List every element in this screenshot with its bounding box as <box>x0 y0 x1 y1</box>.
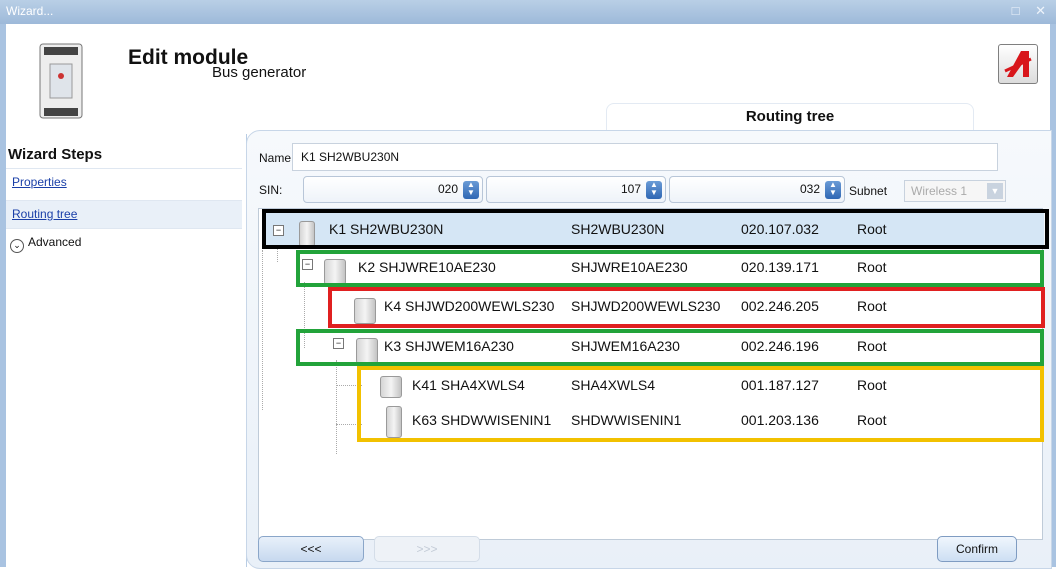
sin-value-1: 020 <box>437 182 458 196</box>
subnet-value: Wireless 1 <box>911 184 968 198</box>
sin-value-2: 107 <box>620 182 641 196</box>
sin-label: SIN: <box>259 183 283 197</box>
window-titlebar: Wizard... □ ✕ <box>0 0 1056 25</box>
sin-field-2[interactable]: 107 ▲ ▼ <box>486 176 666 203</box>
sin-field-3[interactable]: 032 ▲ ▼ <box>669 176 845 203</box>
tree-guide-line <box>262 250 263 410</box>
window-title: Wizard... <box>6 4 54 18</box>
wizard-steps-title: Wizard Steps <box>8 146 103 163</box>
chevron-down-icon[interactable]: ⌄ <box>10 239 24 253</box>
brand-logo-icon <box>998 44 1038 84</box>
back-button[interactable]: <<< <box>258 536 364 562</box>
subnet-label: Subnet <box>849 184 888 198</box>
window-controls[interactable]: □ ✕ <box>1012 3 1052 19</box>
highlight-box-yellow <box>357 366 1044 442</box>
subnet-select[interactable]: Wireless 1 ▼ <box>904 180 1006 202</box>
sin-field-1[interactable]: 020 ▲ ▼ <box>303 176 483 203</box>
step-advanced-label: Advanced <box>28 235 82 249</box>
step-properties-link[interactable]: Properties <box>12 175 67 189</box>
page-subtitle: Bus generator <box>212 64 307 81</box>
highlight-box-red <box>328 287 1045 328</box>
name-label: Name <box>259 151 292 165</box>
name-field[interactable]: K1 SH2WBU230N <box>292 143 998 171</box>
sin-value-3: 032 <box>799 182 820 196</box>
step-routing-tree[interactable]: Routing tree <box>6 200 242 229</box>
spin-buttons-icon[interactable]: ▲ ▼ <box>646 181 662 199</box>
step-advanced[interactable]: ⌄ Advanced <box>6 228 242 257</box>
next-button[interactable]: >>> <box>374 536 480 562</box>
step-properties[interactable]: Properties <box>6 168 242 197</box>
spin-buttons-icon[interactable]: ▲ ▼ <box>825 181 841 199</box>
tree-guide-line <box>336 360 337 454</box>
highlight-box-green <box>296 329 1044 366</box>
tab-routing-tree[interactable]: Routing tree <box>606 103 974 130</box>
dropdown-arrow-icon[interactable]: ▼ <box>987 183 1003 199</box>
highlight-box-black <box>262 209 1049 249</box>
step-routing-tree-link[interactable]: Routing tree <box>12 207 77 221</box>
spin-buttons-icon[interactable]: ▲ ▼ <box>463 181 479 199</box>
highlight-box-green <box>296 250 1044 287</box>
confirm-button[interactable]: Confirm <box>937 536 1017 562</box>
module-device-icon <box>39 43 83 119</box>
wizard-steps-panel: Wizard Steps Properties Routing tree ⌄ Ad… <box>6 130 244 567</box>
